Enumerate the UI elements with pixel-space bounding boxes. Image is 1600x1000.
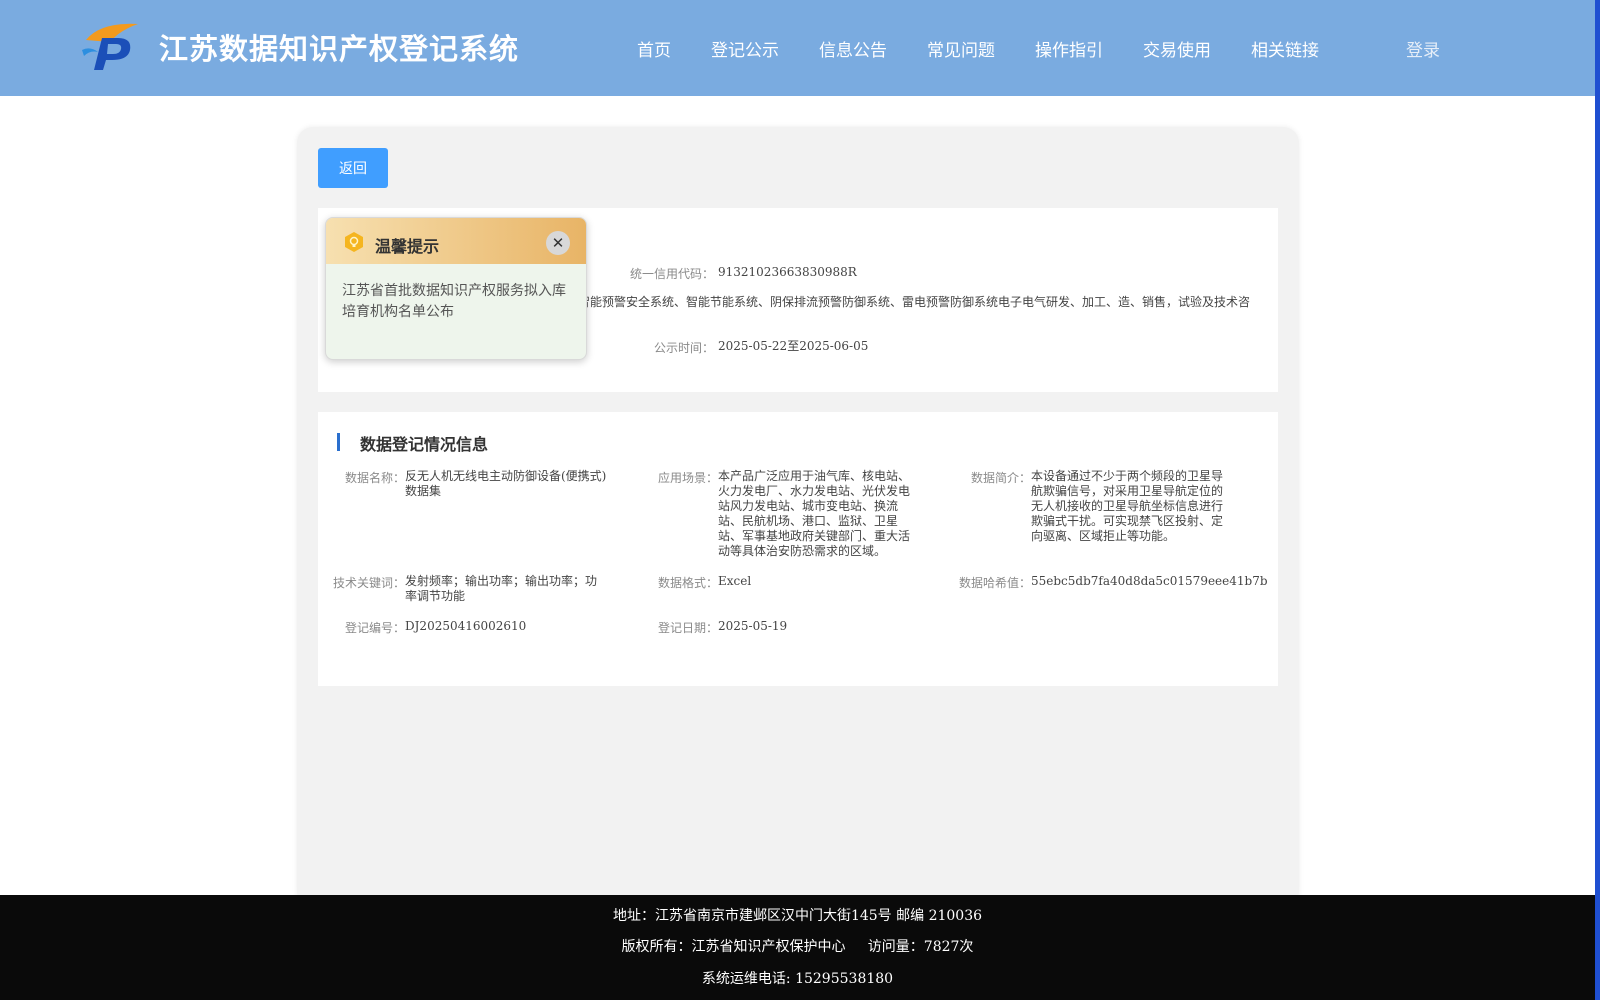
lightbulb-icon	[345, 232, 363, 252]
data-summary-value: 本设备通过不少于两个频段的卫星导航欺骗信号，对采用卫星导航定位的无人机接收的卫星…	[1031, 469, 1224, 543]
nav-related-links[interactable]: 相关链接	[1251, 36, 1319, 61]
publish-time-value: 2025-05-22至2025-06-05	[718, 339, 869, 353]
tech-keywords-value: 发射频率；输出功率；输出功率；功率调节功能	[405, 574, 598, 603]
data-hash-label: 数据哈希值：	[958, 576, 1031, 590]
login-link[interactable]: 登录	[1406, 36, 1440, 61]
footer-hotline: 系统运维电话: 15295538180	[701, 971, 894, 987]
registration-number-label: 登记编号：	[344, 621, 405, 635]
data-name-value: 反无人机无线电主动防御设备(便携式)数据集	[405, 469, 607, 498]
nav-faq[interactable]: 常见问题	[927, 36, 995, 61]
data-registration-panel: 数据登记情况信息 数据名称： 反无人机无线电主动防御设备(便携式)数据集 应用场…	[318, 412, 1278, 686]
popup-message-link[interactable]: 江苏省首批数据知识产权服务拟入库培育机构名单公布	[342, 281, 574, 323]
footer-address: 地址：江苏省南京市建邺区汉中门大街145号 邮编 210036	[612, 908, 983, 924]
site-footer: 地址：江苏省南京市建邺区汉中门大街145号 邮编 210036 版权所有：江苏省…	[0, 895, 1595, 1000]
data-name-label: 数据名称：	[344, 471, 405, 485]
registration-date-label: 登记日期：	[657, 621, 718, 635]
application-scene-value: 本产品广泛应用于油气库、核电站、火力发电厂、水力发电站、光伏发电站风力发电站、城…	[718, 469, 911, 558]
data-format-label: 数据格式：	[657, 576, 718, 590]
nav-registration-publicity[interactable]: 登记公示	[711, 36, 779, 61]
section-accent-bar	[337, 433, 340, 451]
main-nav: 首页 登记公示 信息公告 常见问题 操作指引 交易使用 相关链接	[0, 0, 1595, 96]
window-edge-strip	[1595, 0, 1600, 1000]
close-icon[interactable]: ✕	[546, 231, 570, 255]
business-scope-value: 智能预警安全系统、智能节能系统、阴保排流预警防御系统、雷电预警防御系统电子电气研…	[578, 295, 1251, 309]
popup-header: 温馨提示 ✕	[326, 218, 586, 264]
data-format-value: Excel	[718, 574, 752, 588]
data-hash-value: 55ebc5db7fa40d8da5c01579eee41b7b	[1031, 574, 1268, 588]
nav-trading-use[interactable]: 交易使用	[1143, 36, 1211, 61]
back-button[interactable]: 返回	[318, 148, 388, 188]
credit-code-value: 91321023663830988R	[718, 265, 857, 279]
footer-copyright: 版权所有：江苏省知识产权保护中心 访问量：7827次	[621, 939, 974, 955]
popup-title: 温馨提示	[375, 237, 440, 256]
registration-date-value: 2025-05-19	[718, 619, 788, 633]
registration-number-value: DJ20250416002610	[405, 619, 527, 633]
top-header: 江苏数据知识产权登记系统 首页 登记公示 信息公告 常见问题 操作指引 交易使用…	[0, 0, 1595, 96]
tech-keywords-label: 技术关键词：	[332, 576, 405, 590]
publish-time-label: 公示时间：	[653, 341, 714, 355]
nav-operation-guide[interactable]: 操作指引	[1035, 36, 1103, 61]
section-title: 数据登记情况信息	[360, 435, 489, 454]
application-scene-label: 应用场景：	[657, 471, 718, 485]
nav-info-announcement[interactable]: 信息公告	[819, 36, 887, 61]
nav-home[interactable]: 首页	[637, 36, 671, 61]
data-summary-label: 数据简介：	[970, 471, 1031, 485]
notice-popup: 温馨提示 ✕ 江苏省首批数据知识产权服务拟入库培育机构名单公布	[325, 217, 587, 360]
credit-code-label: 统一信用代码：	[629, 267, 714, 281]
